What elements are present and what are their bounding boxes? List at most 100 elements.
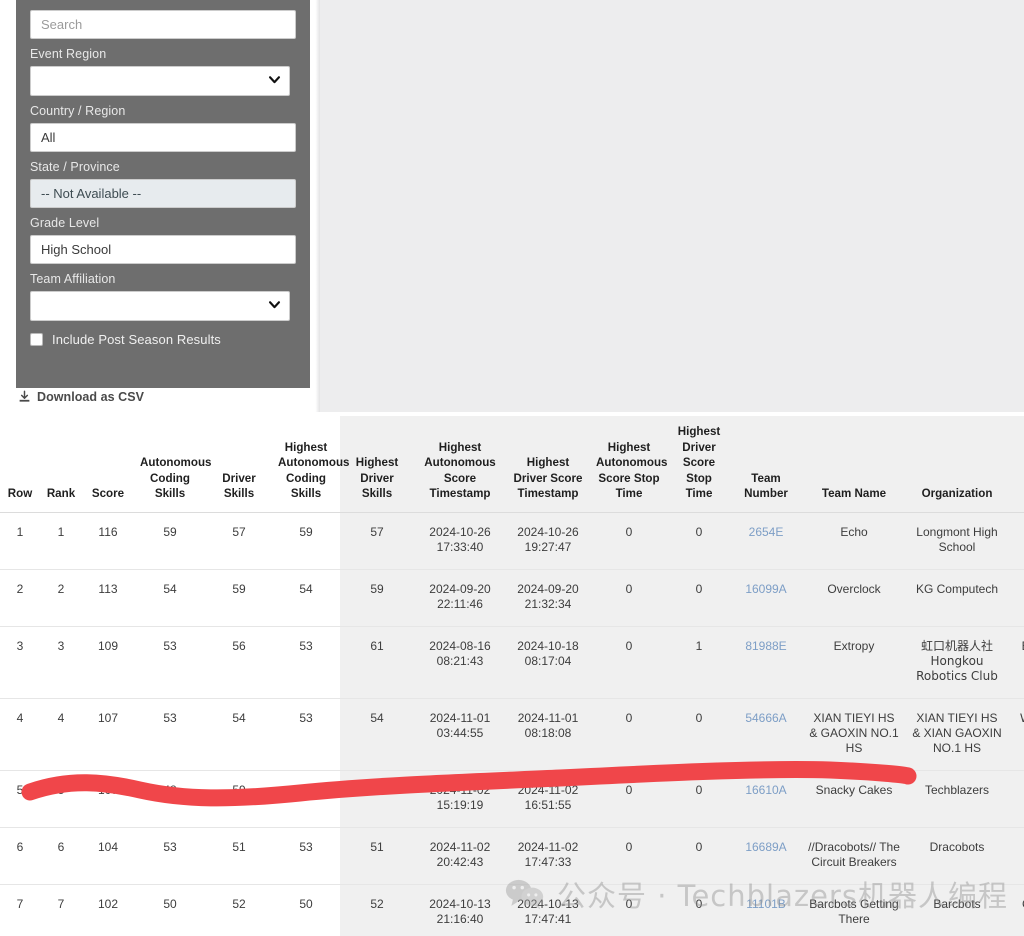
cell-highest-driver-score-stop-time: 0 [668,770,730,828]
col-header-rank[interactable]: Rank [40,416,82,513]
cell-highest-driver-score-stop-time: 1 [668,626,730,699]
cell-highest-autonomous-coding-skills: 50 [272,884,340,936]
cell-highest-driver-skills: 57 [340,512,414,570]
event-region-select[interactable] [30,66,290,96]
search-field-group [30,10,296,39]
cell-score: 104 [82,827,134,885]
col-header-organization[interactable]: Organization [906,416,1008,513]
cell-organization: Techblazers [906,770,1008,828]
cell-highest-autonomous-coding-skills: 53 [272,827,340,885]
include-post-season-row[interactable]: Include Post Season Results [30,332,296,347]
cell-autonomous-coding-skills: 54 [134,569,206,627]
team-number-link[interactable]: 16099A [745,582,786,596]
cell-highest-autonomous-coding-skills: 53 [272,626,340,699]
team-number-link[interactable]: 81988E [745,639,786,653]
col-header-driver-skills[interactable]: Driver Skills [206,416,272,513]
cell-event-region: Colorado [1008,512,1024,570]
include-post-season-checkbox[interactable] [30,333,43,346]
grade-level-input[interactable]: High School [30,235,296,264]
cell-team-name: Extropy [802,626,906,699]
download-csv-button[interactable]: Download as CSV [18,390,144,404]
table-row: 4 4 107 53 54 53 54 2024-11-01 03:44:55 2024-11-… [0,698,1024,771]
cell-organization: 虹口机器人社 Hongkou Robotics Club [906,626,1008,699]
cell-highest-driver-score-stop-time: 0 [668,569,730,627]
cell-highest-autonomous-score-stop-time: 0 [590,512,668,570]
team-number-link[interactable]: 54666A [745,711,786,725]
cell-highest-driver-score-stop-time: 0 [668,827,730,885]
cell-score: 109 [82,626,134,699]
event-region-label: Event Region [30,47,107,61]
search-input[interactable] [30,10,296,39]
col-header-event-region[interactable]: Event Region [1008,416,1024,513]
cell-team-number[interactable]: 2654E [730,512,802,570]
cell-highest-driver-skills: 59 [340,770,414,828]
cell-autonomous-coding-skills: 53 [134,698,206,771]
team-affiliation-value [30,291,290,321]
col-header-score[interactable]: Score [82,416,134,513]
col-header-highest-autonomous-coding-skills[interactable]: Highest Autonomous Coding Skills [272,416,349,513]
cell-highest-driver-score-timestamp: 2024-11-01 08:18:08 [506,698,590,771]
table-body: 1 1 116 59 57 59 57 2024-10-26 17:33:40 2024-10-… [0,512,1024,936]
team-number-link[interactable]: 2654E [749,525,784,539]
cell-highest-autonomous-score-stop-time: 0 [590,884,668,936]
col-header-highest-autonomous-score-stop-time[interactable]: Highest Autonomous Score Stop Time [590,416,668,513]
country-region-label: Country / Region [30,104,126,118]
cell-team-name: Barcbots Getting There [802,884,906,936]
cell-highest-autonomous-score-stop-time: 0 [590,827,668,885]
table-row: 1 1 116 59 57 59 57 2024-10-26 17:33:40 2024-10-… [0,512,1024,570]
cell-score: 107 [82,770,134,828]
team-affiliation-select[interactable] [30,291,290,321]
cell-row-number: 6 [0,827,40,885]
cell-team-number[interactable]: 54666A [730,698,802,771]
cell-highest-autonomous-score-timestamp: 2024-11-02 15:19:19 [414,770,506,828]
cell-team-number[interactable]: 16610A [730,770,802,828]
team-number-link[interactable]: 11101B [746,897,786,911]
download-csv-label: Download as CSV [37,390,145,404]
team-number-link[interactable]: 16689A [745,840,786,854]
cell-team-number[interactable]: 16689A [730,827,802,885]
col-header-team-name[interactable]: Team Name [802,416,906,513]
cell-highest-driver-score-timestamp: 2024-11-02 16:51:55 [506,770,590,828]
col-header-team-number[interactable]: Team Number [730,416,802,513]
cell-score: 107 [82,698,134,771]
sidebar-card-edge [310,0,320,414]
event-region-value [30,66,290,96]
cell-team-number[interactable]: 11101B [730,884,802,936]
cell-highest-driver-score-stop-time: 0 [668,698,730,771]
cell-team-number[interactable]: 16099A [730,569,802,627]
cell-highest-driver-score-timestamp: 2024-10-13 17:47:41 [506,884,590,936]
col-header-highest-autonomous-score-timestamp[interactable]: Highest Autonomous Score Timestamp [414,416,506,513]
cell-highest-driver-score-timestamp: 2024-10-18 08:17:04 [506,626,590,699]
cell-highest-autonomous-score-stop-time: 0 [590,770,668,828]
cell-organization: Barcbots [906,884,1008,936]
country-region-input[interactable]: All [30,123,296,152]
col-header-autonomous-coding-skills[interactable]: Autonomous Coding Skills [134,416,211,513]
cell-event-region: Ontario [1008,770,1024,828]
download-icon [18,390,31,404]
cell-highest-autonomous-score-timestamp: 2024-10-26 17:33:40 [414,512,506,570]
cell-highest-autonomous-score-stop-time: 0 [590,698,668,771]
cell-score: 116 [82,512,134,570]
cell-team-name: Snacky Cakes [802,770,906,828]
state-province-input: -- Not Available -- [30,179,296,208]
grade-level-label: Grade Level [30,216,100,230]
cell-driver-skills: 56 [206,626,272,699]
col-header-row[interactable]: Row [0,416,40,513]
cell-highest-driver-skills: 52 [340,884,414,936]
cell-score: 102 [82,884,134,936]
cell-driver-skills: 52 [206,884,272,936]
cell-highest-autonomous-coding-skills: 59 [272,512,340,570]
col-header-highest-driver-score-timestamp[interactable]: Highest Driver Score Timestamp [506,416,590,513]
skills-ranking-table-wrapper: Row Rank Score Autonomous Coding Skills … [0,416,1024,936]
cell-rank: 7 [40,884,82,936]
col-header-highest-driver-skills[interactable]: Highest Driver Skills [340,416,414,513]
table-row: 2 2 113 54 59 54 59 2024-09-20 22:11:46 2024-09-… [0,569,1024,627]
cell-highest-driver-skills: 51 [340,827,414,885]
cell-team-number[interactable]: 81988E [730,626,802,699]
cell-highest-driver-score-stop-time: 0 [668,884,730,936]
cell-organization: Dracobots [906,827,1008,885]
team-affiliation-field-group: Team Affiliation [30,271,296,321]
cell-highest-driver-skills: 54 [340,698,414,771]
col-header-highest-driver-score-stop-time[interactable]: Highest Driver Score Stop Time [668,416,730,513]
team-number-link[interactable]: 16610A [745,783,786,797]
